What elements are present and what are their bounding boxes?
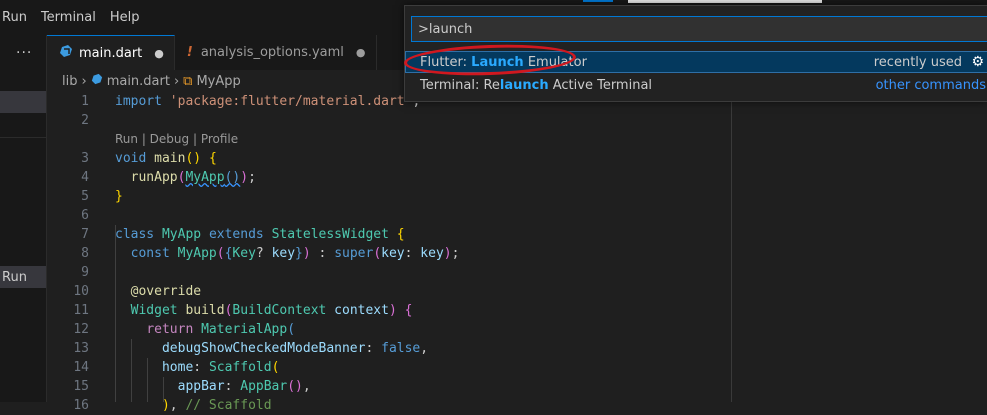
code-text: ), // Scaffold [161,398,272,413]
chevron-right-icon: › [81,73,87,89]
palette-item-flutter-launch-emulator[interactable]: Flutter: Launch Emulator recently used ⚙ [405,51,987,73]
line-number: 15 [73,379,89,394]
line-number: 3 [81,151,89,166]
label-match: launch [499,77,549,93]
breadcrumb-folder[interactable]: lib [62,74,77,89]
code-text: class MyApp extends StatelessWidget { [115,227,405,242]
line-number: 11 [73,303,89,318]
title-search-box[interactable] [628,0,822,3]
code-text: debugShowCheckedModeBanner: false, [161,341,429,356]
code-line: 3 void main() { [47,149,987,168]
code-text: home: Scaffold( [161,360,280,375]
palette-item-label: Terminal: Relaunch Active Terminal [420,78,652,93]
code-text: @override [130,284,202,299]
code-line: 9 [47,263,987,282]
unsaved-dot-icon[interactable]: ● [154,47,164,60]
title-accent [583,0,613,2]
code-line: 4 runApp(MyApp()); [47,168,987,187]
palette-item-label: Flutter: Launch Emulator [420,55,587,70]
explorer-sidebar: ··· Run [0,35,47,402]
code-line: 2 [47,111,987,130]
line-number: 14 [73,360,89,375]
code-text: return MaterialApp( [146,322,296,337]
line-number: 7 [81,227,89,242]
command-palette-input[interactable]: >launch [411,16,987,42]
sidebar-item-label: Run [2,269,27,285]
line-number: 9 [81,265,89,280]
code-text: } [115,189,123,204]
label-prefix: Flutter: [420,54,472,70]
sidebar-item-run[interactable]: Run [0,266,46,288]
tab-label: analysis_options.yaml [200,45,344,60]
chevron-right-icon: › [173,73,180,89]
recently-used-label: recently used [873,54,962,70]
command-palette: >launch Flutter: Launch Emulator recentl… [404,5,987,102]
class-symbol-icon: ⧉ [183,73,193,89]
code-line: 5} [47,187,987,206]
code-text: runApp(MyApp()); [130,170,256,185]
code-line: 11 Widget build(BuildContext context) { [47,301,987,320]
warning-icon: ! [186,45,193,60]
menu-help[interactable]: Help [110,10,140,25]
line-number: 10 [73,284,89,299]
code-line: 13 debugShowCheckedModeBanner: false, [47,339,987,358]
code-text: Widget build(BuildContext context) { [130,303,413,318]
line-number: 6 [81,208,89,223]
editor-split-divider[interactable] [731,92,732,402]
tab-main-dart[interactable]: main.dart ● [47,35,175,70]
line-number: 1 [81,94,89,109]
code-line: 12 return MaterialApp( [47,320,987,339]
unsaved-dot-icon[interactable]: ● [356,46,366,59]
code-line: 10 @override [47,282,987,301]
gear-icon[interactable]: ⚙ [971,54,984,70]
palette-item-terminal-relaunch[interactable]: Terminal: Relaunch Active Terminal other… [405,74,987,96]
other-commands-link[interactable]: other commands [876,78,986,93]
code-line: 16 ), // Scaffold [47,396,987,415]
code-text: const MyApp({Key? key}) : super(key: key… [130,246,460,261]
label-match: Launch [471,54,524,70]
more-icon[interactable]: ··· [16,45,32,61]
dart-file-icon [91,73,103,89]
code-line: 6 [47,206,987,225]
line-number: 12 [73,322,89,337]
code-text: appBar: AppBar(), [177,379,311,394]
code-line: 15 appBar: AppBar(), [47,377,987,396]
sidebar-selected-row[interactable] [0,91,46,113]
line-number: 4 [81,170,89,185]
code-line: 14 home: Scaffold( [47,358,987,377]
code-line: 8 const MyApp({Key? key}) : super(key: k… [47,244,987,263]
label-prefix: Terminal: Re [420,77,500,93]
code-text: void main() { [115,151,217,166]
menu-terminal[interactable]: Terminal [41,10,96,25]
code-text: import 'package:flutter/material.dart'; [115,94,420,109]
code-editor[interactable]: 1 import 'package:flutter/material.dart';… [47,92,987,413]
codelens-run-debug-profile[interactable]: Run | Debug | Profile [115,130,238,149]
sidebar-divider [0,137,46,138]
menu-run[interactable]: Run [2,10,27,25]
dart-file-icon [59,44,73,62]
label-suffix: Emulator [523,54,587,70]
label-suffix: Active Terminal [548,77,653,93]
tab-label: main.dart [79,45,143,61]
line-number: 8 [81,246,89,261]
code-line: 7 class MyApp extends StatelessWidget { [47,225,987,244]
breadcrumb: lib › main.dart › ⧉ MyApp [62,71,241,91]
breadcrumb-file[interactable]: main.dart [107,74,170,89]
tab-analysis-options[interactable]: ! analysis_options.yaml ● [175,35,377,70]
line-number: 13 [73,341,89,356]
breadcrumb-symbol[interactable]: MyApp [196,74,240,89]
codelens-line: Run | Debug | Profile [47,130,987,149]
line-number: 5 [81,189,89,204]
line-number: 16 [73,398,89,413]
line-number: 2 [81,113,89,128]
